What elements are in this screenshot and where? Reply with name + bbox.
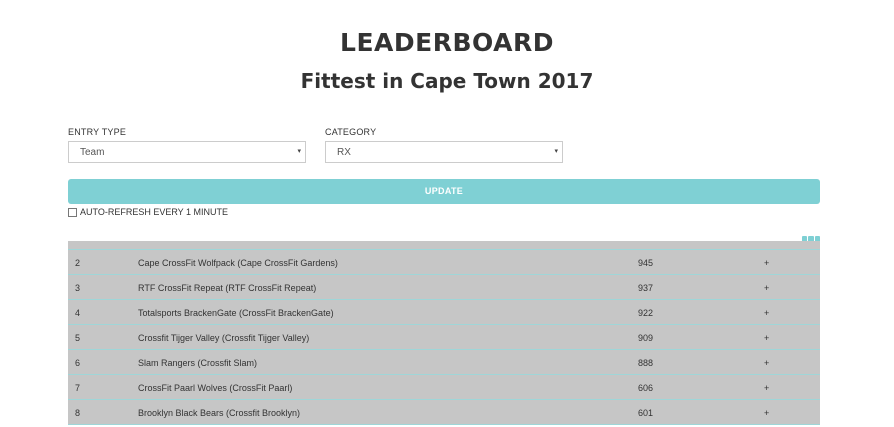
table-row: 7 CrossFit Paarl Wolves (CrossFit Paarl) 6…: [68, 375, 820, 400]
expand-button[interactable]: +: [764, 383, 769, 393]
entry-type-select[interactable]: Team ▾: [68, 141, 306, 163]
points-cell: 922: [638, 308, 654, 318]
table-row: 2 Cape CrossFit Wolfpack (Cape CrossFit G…: [68, 250, 820, 275]
category-label: CATEGORY: [325, 127, 377, 137]
points-cell: 945: [638, 258, 654, 268]
page-subtitle: Fittest in Cape Town 2017: [300, 69, 594, 93]
expand-button[interactable]: +: [764, 258, 769, 268]
team-cell: Crossfit Tijger Valley (Crossfit Tijger …: [138, 333, 310, 343]
team-cell: Slam Rangers (Crossfit Slam): [138, 358, 258, 368]
table-row: 4 Totalsports BrackenGate (CrossFit Brack…: [68, 300, 820, 325]
points-cell: 937: [638, 283, 654, 293]
auto-refresh-toggle[interactable]: AUTO-REFRESH EVERY 1 MINUTE: [68, 207, 228, 217]
leaderboard-table: 2 Cape CrossFit Wolfpack (Cape CrossFit G…: [68, 241, 820, 425]
rank-cell: 4: [75, 308, 81, 318]
expand-button[interactable]: +: [764, 308, 769, 318]
table-row: 5 Crossfit Tijger Valley (Crossfit Tijger…: [68, 325, 820, 350]
update-button[interactable]: UPDATE: [68, 179, 820, 204]
table-row: 8 Brooklyn Black Bears (Crossfit Brooklyn…: [68, 400, 820, 425]
rank-cell: 3: [75, 283, 81, 293]
rank-cell: 2: [75, 258, 81, 268]
team-cell: Totalsports BrackenGate (CrossFit Bracke…: [138, 308, 334, 318]
rank-cell: 6: [75, 358, 81, 368]
rank-cell: 8: [75, 408, 81, 418]
table-row: 3 RTF CrossFit Repeat (RTF CrossFit Repea…: [68, 275, 820, 300]
category-select[interactable]: RX ▾: [325, 141, 563, 163]
team-cell: RTF CrossFit Repeat (RTF CrossFit Repeat…: [138, 283, 317, 293]
points-cell: 601: [638, 408, 654, 418]
points-cell: 909: [638, 333, 654, 343]
page-title: LEADERBOARD: [340, 28, 554, 57]
table-body: 2 Cape CrossFit Wolfpack (Cape CrossFit G…: [68, 250, 820, 425]
entry-type-value: Team: [80, 147, 105, 158]
points-cell: 888: [638, 358, 654, 368]
expand-button[interactable]: +: [764, 283, 769, 293]
team-cell: CrossFit Paarl Wolves (CrossFit Paarl): [138, 383, 293, 393]
expand-button[interactable]: +: [764, 408, 769, 418]
table-header: [68, 241, 820, 250]
rank-cell: 7: [75, 383, 81, 393]
chevron-down-icon: ▾: [297, 148, 301, 155]
chevron-down-icon: ▾: [554, 148, 558, 155]
category-value: RX: [337, 147, 351, 158]
auto-refresh-checkbox[interactable]: [68, 207, 77, 217]
table-row: 6 Slam Rangers (Crossfit Slam) 888 +: [68, 350, 820, 375]
team-cell: Cape CrossFit Wolfpack (Cape CrossFit Ga…: [138, 258, 338, 268]
entry-type-label: ENTRY TYPE: [68, 127, 127, 137]
points-cell: 606: [638, 383, 654, 393]
rank-cell: 5: [75, 333, 81, 343]
expand-button[interactable]: +: [764, 358, 769, 368]
expand-button[interactable]: +: [764, 333, 769, 343]
team-cell: Brooklyn Black Bears (Crossfit Brooklyn): [138, 408, 301, 418]
auto-refresh-label: AUTO-REFRESH EVERY 1 MINUTE: [80, 207, 229, 217]
